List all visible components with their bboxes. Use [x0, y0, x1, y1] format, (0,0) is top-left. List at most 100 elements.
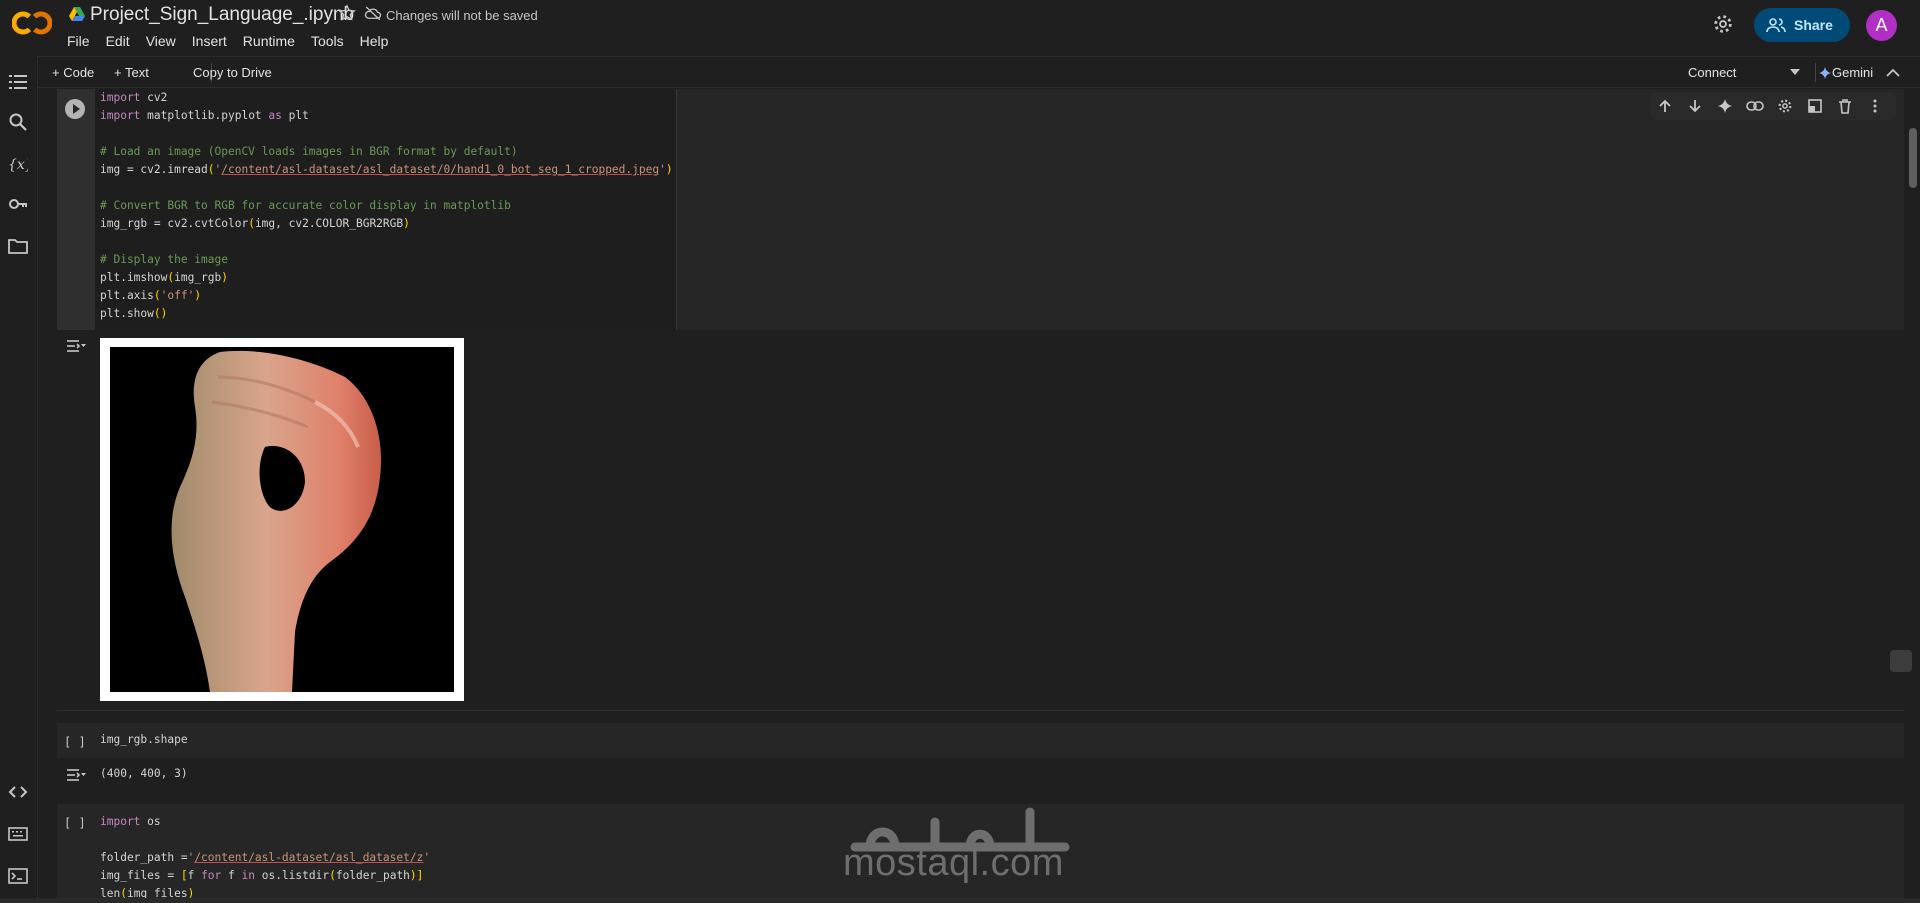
code-line: plt.imshow(img_rgb) — [100, 271, 229, 284]
code-token: /content/asl-dataset/asl_dataset/z — [194, 851, 424, 864]
menu-insert[interactable]: Insert — [192, 33, 227, 49]
code-snippets-icon[interactable] — [8, 782, 28, 802]
output-toggle-icon[interactable] — [66, 767, 86, 783]
add-code-button[interactable]: + Code — [52, 65, 94, 80]
code-line: # Convert BGR to RGB for accurate color … — [100, 199, 511, 212]
menu-help[interactable]: Help — [360, 33, 389, 49]
people-icon — [1766, 18, 1786, 33]
cell-toolbar — [1650, 92, 1896, 120]
menu-view[interactable]: View — [146, 33, 176, 49]
top-bar: Project_Sign_Language_.ipynb Changes wil… — [0, 0, 1920, 55]
code-line: import cv2 — [100, 91, 168, 104]
code-line: img = cv2.imread('/content/asl-dataset/a… — [100, 163, 673, 176]
code-token: ' — [659, 163, 666, 176]
execution-count[interactable]: [ ] — [64, 816, 86, 830]
terminal-icon[interactable] — [8, 866, 28, 886]
code-block[interactable]: import os folder_path ='/content/asl-dat… — [100, 813, 430, 903]
code-token: 'off' — [160, 289, 195, 302]
delete-icon[interactable] — [1830, 92, 1860, 120]
code-token: )] — [409, 869, 424, 882]
connect-button[interactable]: Connect — [1688, 65, 1736, 80]
code-token: ( — [248, 217, 255, 230]
code-token: in — [241, 869, 255, 882]
colab-logo-icon[interactable] — [12, 8, 52, 38]
code-cell[interactable] — [57, 723, 1904, 758]
files-folder-icon[interactable] — [8, 236, 28, 256]
settings-gear-icon[interactable] — [1712, 13, 1734, 35]
table-of-contents-icon[interactable] — [8, 72, 28, 92]
star-icon[interactable] — [338, 4, 356, 22]
menu-bar: File Edit View Insert Runtime Tools Help — [67, 33, 404, 49]
code-line: folder_path ='/content/asl-dataset/asl_d… — [100, 851, 431, 864]
code-token: /content/asl-dataset/asl_dataset/0/hand1… — [221, 163, 660, 176]
gemini-sparkle-icon[interactable] — [1710, 92, 1740, 120]
cloud-off-icon — [364, 6, 382, 21]
code-token: import — [100, 815, 141, 828]
output-toggle-icon[interactable] — [66, 338, 86, 354]
menu-tools[interactable]: Tools — [311, 33, 344, 49]
link-icon[interactable] — [1740, 92, 1770, 120]
scrollbar-track[interactable] — [1906, 89, 1920, 903]
feedback-bubble-icon[interactable] — [1890, 650, 1912, 672]
hand-illustration — [171, 350, 382, 692]
output-text: (400, 400, 3) — [100, 767, 188, 780]
code-line: import os — [100, 815, 161, 828]
notebook-title[interactable]: Project_Sign_Language_.ipynb — [90, 4, 354, 26]
code-token: ) — [403, 217, 410, 230]
avatar[interactable]: A — [1866, 10, 1897, 41]
code-line[interactable]: img_rgb.shape — [100, 731, 188, 749]
more-vert-icon[interactable] — [1860, 92, 1890, 120]
code-token: ' — [423, 851, 431, 864]
hand-sign-image — [110, 347, 454, 692]
chevron-up-icon[interactable] — [1886, 68, 1900, 77]
secrets-key-icon[interactable] — [8, 194, 28, 214]
code-block[interactable]: import cv2 import matplotlib.pyplot as p… — [100, 89, 673, 323]
move-up-icon[interactable] — [1650, 92, 1680, 120]
copy-to-drive-button[interactable]: Copy to Drive — [193, 65, 272, 80]
code-token: for — [201, 869, 222, 882]
code-token: () — [153, 307, 168, 320]
share-button[interactable]: Share — [1754, 8, 1850, 42]
scrollbar-thumb[interactable] — [1909, 128, 1917, 188]
code-line: import matplotlib.pyplot as plt — [100, 109, 309, 122]
menu-edit[interactable]: Edit — [106, 33, 130, 49]
code-token: as — [268, 109, 282, 122]
watermark-text: mostaql.com — [843, 842, 1064, 884]
code-line: # Load an image (OpenCV loads images in … — [100, 145, 518, 158]
mirror-cell-icon[interactable] — [1800, 92, 1830, 120]
code-token: ( — [207, 163, 215, 176]
gemini-button[interactable]: Gemini — [1832, 65, 1873, 80]
run-cell-button[interactable] — [65, 99, 85, 119]
svg-text:{x}: {x} — [8, 157, 28, 173]
left-sidebar: {x} — [0, 56, 38, 903]
code-line: plt.axis('off') — [100, 289, 202, 302]
code-token: ( — [167, 271, 175, 284]
move-down-icon[interactable] — [1680, 92, 1710, 120]
code-token: ) — [221, 271, 229, 284]
toolbar-divider — [1815, 63, 1816, 82]
add-text-button[interactable]: + Text — [114, 65, 149, 80]
chevron-down-icon[interactable] — [1790, 69, 1800, 75]
execution-count[interactable]: [ ] — [64, 735, 86, 749]
search-icon[interactable] — [8, 112, 28, 132]
save-status[interactable]: Changes will not be saved — [386, 8, 538, 23]
code-token: ) — [665, 163, 673, 176]
gemini-sparkle-icon — [1819, 67, 1831, 79]
code-token: [ — [180, 869, 188, 882]
code-token: ( — [329, 869, 336, 882]
menu-file[interactable]: File — [67, 33, 90, 49]
code-line: img_files = [f for f in os.listdir(folde… — [100, 869, 424, 882]
menu-runtime[interactable]: Runtime — [243, 33, 295, 49]
code-token: import — [100, 91, 141, 104]
cell-settings-icon[interactable] — [1770, 92, 1800, 120]
code-token: ) — [194, 289, 202, 302]
cell-gutter — [57, 89, 95, 330]
google-drive-icon — [69, 7, 85, 21]
variables-icon[interactable]: {x} — [8, 154, 28, 174]
code-line: img_rgb = cv2.cvtColor(img, cv2.COLOR_BG… — [100, 217, 410, 230]
notebook-toolbar: + Code + Text Copy to Drive Connect Gemi… — [38, 56, 1920, 88]
code-line: plt.show() — [100, 307, 168, 320]
command-palette-icon[interactable] — [8, 824, 28, 844]
share-label: Share — [1794, 17, 1833, 33]
code-line: # Display the image — [100, 253, 228, 266]
